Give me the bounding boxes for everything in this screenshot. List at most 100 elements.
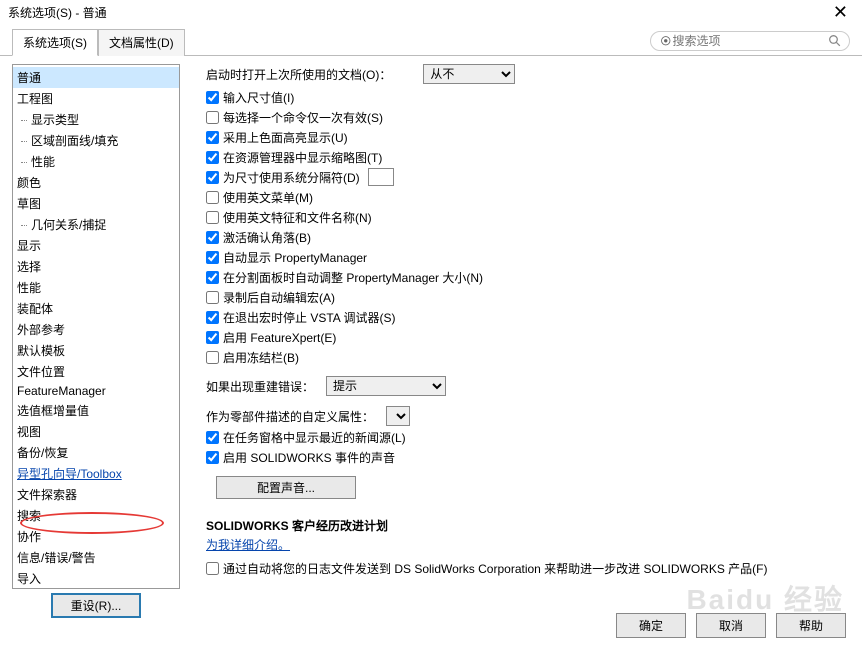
cancel-button[interactable]: 取消: [696, 613, 766, 638]
option-row[interactable]: 为尺寸使用系统分隔符(D): [206, 169, 360, 186]
separator-preview: [368, 168, 394, 186]
option-label: 在分割面板时自动调整 PropertyManager 大小(N): [223, 269, 483, 286]
gear-search-icon: [659, 34, 673, 48]
option-row[interactable]: 在任务窗格中显示最近的新闻源(L): [206, 429, 406, 446]
option-checkbox[interactable]: [206, 271, 219, 284]
nav-item-22[interactable]: 协作: [13, 526, 179, 547]
plan-checkbox[interactable]: [206, 562, 219, 575]
option-label: 在资源管理器中显示缩略图(T): [223, 149, 382, 166]
nav-item-8[interactable]: 显示: [13, 235, 179, 256]
close-icon[interactable]: ✕: [827, 2, 854, 23]
option-label: 启用 SOLIDWORKS 事件的声音: [223, 449, 395, 466]
option-checkbox[interactable]: [206, 291, 219, 304]
nav-item-15[interactable]: FeatureManager: [13, 382, 179, 400]
option-label: 为尺寸使用系统分隔符(D): [223, 169, 360, 186]
nav-item-5[interactable]: 颜色: [13, 172, 179, 193]
nav-tree[interactable]: 普通工程图显示类型区域剖面线/填充性能颜色草图几何关系/捕捉显示选择性能装配体外…: [12, 64, 180, 589]
nav-item-23[interactable]: 信息/错误/警告: [13, 547, 179, 568]
nav-item-3[interactable]: 区域剖面线/填充: [13, 130, 179, 151]
option-row[interactable]: 自动显示 PropertyManager: [206, 249, 367, 266]
option-label: 自动显示 PropertyManager: [223, 249, 367, 266]
nav-item-4[interactable]: 性能: [13, 151, 179, 172]
tab-system-options[interactable]: 系统选项(S): [12, 29, 98, 56]
search-input[interactable]: [673, 34, 828, 48]
option-label: 启用冻结栏(B): [223, 349, 299, 366]
option-label: 使用英文菜单(M): [223, 189, 313, 206]
nav-item-19[interactable]: 异型孔向导/Toolbox: [13, 463, 179, 484]
reset-button[interactable]: 重设(R)...: [51, 593, 142, 618]
nav-item-13[interactable]: 默认模板: [13, 340, 179, 361]
option-row[interactable]: 录制后自动编辑宏(A): [206, 289, 335, 306]
option-label: 激活确认角落(B): [223, 229, 311, 246]
nav-item-21[interactable]: 搜索: [13, 505, 179, 526]
plan-checkbox-row[interactable]: 通过自动将您的日志文件发送到 DS SolidWorks Corporation…: [206, 560, 768, 577]
rebuild-label: 如果出现重建错误：: [206, 378, 314, 395]
option-checkbox[interactable]: [206, 331, 219, 344]
option-checkbox[interactable]: [206, 151, 219, 164]
nav-item-16[interactable]: 选值框增量值: [13, 400, 179, 421]
option-row[interactable]: 在资源管理器中显示缩略图(T): [206, 149, 382, 166]
nav-item-10[interactable]: 性能: [13, 277, 179, 298]
option-label: 输入尺寸值(I): [223, 89, 294, 106]
option-label: 录制后自动编辑宏(A): [223, 289, 335, 306]
option-label: 使用英文特征和文件名称(N): [223, 209, 372, 226]
nav-item-18[interactable]: 备份/恢复: [13, 442, 179, 463]
option-row[interactable]: 使用英文菜单(M): [206, 189, 313, 206]
custom-prop-label: 作为零部件描述的自定义属性：: [206, 408, 374, 425]
option-row[interactable]: 激活确认角落(B): [206, 229, 311, 246]
option-row[interactable]: 输入尺寸值(I): [206, 89, 294, 106]
option-row[interactable]: 启用冻结栏(B): [206, 349, 299, 366]
option-checkbox[interactable]: [206, 131, 219, 144]
nav-item-1[interactable]: 工程图: [13, 88, 179, 109]
search-icon[interactable]: [828, 34, 842, 48]
nav-item-7[interactable]: 几何关系/捕捉: [13, 214, 179, 235]
options-panel: 启动时打开上次所使用的文档(O)： 从不 输入尺寸值(I) 每选择一个命令仅一次有…: [180, 64, 850, 618]
option-checkbox[interactable]: [206, 351, 219, 364]
nav-item-2[interactable]: 显示类型: [13, 109, 179, 130]
plan-checkbox-label: 通过自动将您的日志文件发送到 DS SolidWorks Corporation…: [223, 560, 768, 577]
configure-sound-button[interactable]: 配置声音...: [216, 476, 356, 499]
option-row[interactable]: 采用上色面高亮显示(U): [206, 129, 348, 146]
startup-select[interactable]: 从不: [423, 64, 515, 84]
option-row[interactable]: 启用 SOLIDWORKS 事件的声音: [206, 449, 395, 466]
option-row[interactable]: 启用 FeatureXpert(E): [206, 329, 336, 346]
option-label: 在退出宏时停止 VSTA 调试器(S): [223, 309, 395, 326]
nav-item-12[interactable]: 外部参考: [13, 319, 179, 340]
option-checkbox[interactable]: [206, 231, 219, 244]
option-label: 启用 FeatureXpert(E): [223, 329, 336, 346]
nav-item-20[interactable]: 文件探索器: [13, 484, 179, 505]
option-row[interactable]: 使用英文特征和文件名称(N): [206, 209, 372, 226]
custom-prop-select[interactable]: [386, 406, 410, 426]
option-label: 在任务窗格中显示最近的新闻源(L): [223, 429, 406, 446]
startup-label: 启动时打开上次所使用的文档(O)：: [206, 66, 391, 83]
option-label: 每选择一个命令仅一次有效(S): [223, 109, 383, 126]
option-checkbox[interactable]: [206, 211, 219, 224]
option-checkbox[interactable]: [206, 191, 219, 204]
search-box[interactable]: [650, 31, 850, 51]
option-checkbox[interactable]: [206, 251, 219, 264]
option-row[interactable]: 在退出宏时停止 VSTA 调试器(S): [206, 309, 395, 326]
ok-button[interactable]: 确定: [616, 613, 686, 638]
plan-link[interactable]: 为我详细介绍。: [206, 536, 290, 553]
option-label: 采用上色面高亮显示(U): [223, 129, 348, 146]
window-title: 系统选项(S) - 普通: [8, 4, 827, 21]
option-checkbox[interactable]: [206, 451, 219, 464]
option-row[interactable]: 每选择一个命令仅一次有效(S): [206, 109, 383, 126]
nav-item-17[interactable]: 视图: [13, 421, 179, 442]
option-checkbox[interactable]: [206, 111, 219, 124]
plan-title: SOLIDWORKS 客户经历改进计划: [206, 517, 840, 534]
nav-item-11[interactable]: 装配体: [13, 298, 179, 319]
option-checkbox[interactable]: [206, 311, 219, 324]
nav-item-6[interactable]: 草图: [13, 193, 179, 214]
nav-item-0[interactable]: 普通: [13, 67, 179, 88]
option-row[interactable]: 在分割面板时自动调整 PropertyManager 大小(N): [206, 269, 483, 286]
tab-document-properties[interactable]: 文档属性(D): [98, 29, 185, 56]
nav-item-9[interactable]: 选择: [13, 256, 179, 277]
nav-item-14[interactable]: 文件位置: [13, 361, 179, 382]
help-button[interactable]: 帮助: [776, 613, 846, 638]
option-checkbox[interactable]: [206, 171, 219, 184]
option-checkbox[interactable]: [206, 91, 219, 104]
option-checkbox[interactable]: [206, 431, 219, 444]
nav-item-24[interactable]: 导入: [13, 568, 179, 589]
rebuild-select[interactable]: 提示: [326, 376, 446, 396]
